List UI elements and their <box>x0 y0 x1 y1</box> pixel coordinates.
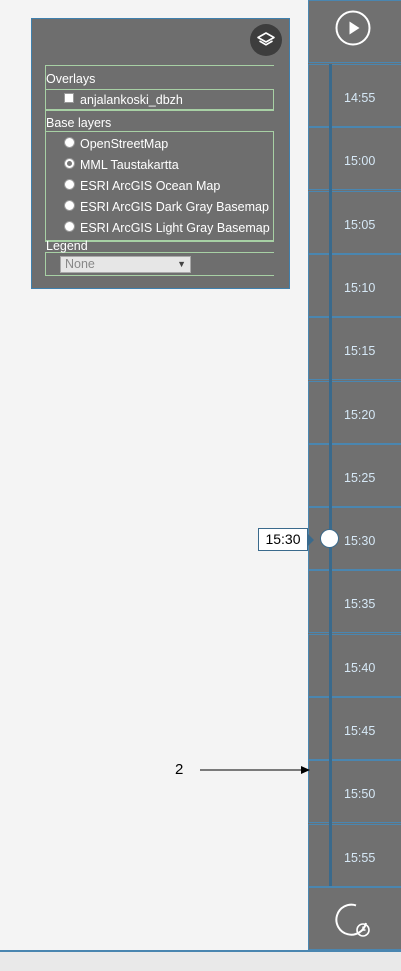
legend-select-value: None <box>65 257 95 271</box>
radio-esri-ocean[interactable] <box>64 179 75 190</box>
timeline-segment[interactable]: 15:15 <box>308 317 401 381</box>
timeline-handle[interactable] <box>320 529 339 548</box>
radio-mml-taustakartta[interactable] <box>64 158 75 169</box>
base-layer-label: ESRI ArcGIS Light Gray Basemap <box>80 221 270 235</box>
legend-title: Legend <box>46 239 88 253</box>
timeline-segment[interactable]: 15:45 <box>308 697 401 760</box>
timeline-segment[interactable]: 15:40 <box>308 633 401 697</box>
base-layer-label: OpenStreetMap <box>80 137 169 151</box>
tick-label: 15:40 <box>344 660 376 675</box>
timeline-segment[interactable]: 15:25 <box>308 443 401 507</box>
tick-label: 15:30 <box>344 534 376 549</box>
legend-select[interactable]: None ▼ <box>60 256 191 273</box>
arrow-icon <box>200 766 310 774</box>
tick-label: 15:35 <box>344 597 376 612</box>
tick-label: 15:25 <box>344 470 376 485</box>
tick-label: 15:15 <box>344 344 376 359</box>
radio-openstreetmap[interactable] <box>64 137 75 148</box>
tick-label: 15:45 <box>344 724 376 738</box>
timeline-segment[interactable]: 15:55 <box>308 823 401 887</box>
overlays-title: Overlays <box>46 72 96 86</box>
timeline-segment[interactable]: 14:55 <box>308 64 401 127</box>
bottom-bar <box>0 950 401 971</box>
timeline-segment[interactable]: 15:00 <box>308 127 401 191</box>
clock-icon[interactable] <box>335 902 371 938</box>
layer-switcher-button[interactable] <box>250 24 282 56</box>
layer-panel: Overlays anjalankoski_dbzh Base layers O… <box>31 18 290 289</box>
timeline-segment[interactable]: 15:50 <box>308 760 401 824</box>
timeline-segment[interactable]: 15:35 <box>308 570 401 634</box>
base-layers-title: Base layers <box>46 116 112 130</box>
tick-label: 15:20 <box>344 407 376 422</box>
radio-esri-light-gray[interactable] <box>64 221 75 232</box>
base-layer-label: ESRI ArcGIS Dark Gray Basemap <box>80 200 269 214</box>
timeline-segment[interactable]: 15:10 <box>308 253 401 317</box>
overlay-checkbox[interactable] <box>64 93 74 103</box>
base-layer-label: ESRI ArcGIS Ocean Map <box>80 179 221 193</box>
tick-label: 15:05 <box>344 217 376 232</box>
tick-label: 15:55 <box>344 850 376 865</box>
tick-label: 14:55 <box>344 91 376 105</box>
layers-icon <box>257 32 275 46</box>
base-layer-label: MML Taustakartta <box>80 158 179 172</box>
tick-label: 15:00 <box>344 154 376 169</box>
time-slider[interactable]: 14:55 15:00 15:05 15:10 15:15 15:20 15:25 15:30… <box>308 0 401 950</box>
tick-label: 15:10 <box>344 280 376 295</box>
callout-number: 2 <box>175 761 184 778</box>
timeline-segment[interactable]: 15:20 <box>308 380 401 444</box>
current-time-label: 15:30 <box>258 528 314 551</box>
overlay-label: anjalankoski_dbzh <box>80 93 183 107</box>
timeline-track[interactable] <box>329 64 332 886</box>
tick-label: 15:50 <box>344 787 376 802</box>
radio-esri-dark-gray[interactable] <box>64 200 75 211</box>
chevron-down-icon: ▼ <box>177 259 186 269</box>
play-icon[interactable] <box>335 10 371 46</box>
timeline-segment[interactable]: 15:05 <box>308 190 401 254</box>
